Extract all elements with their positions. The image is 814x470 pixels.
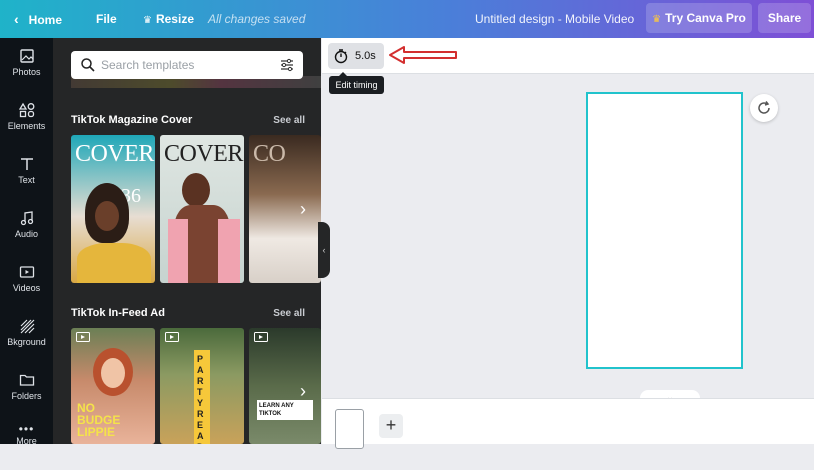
chevron-left-icon: ‹ — [14, 11, 19, 27]
sidebar-item-label: Audio — [14, 229, 39, 239]
template-thumbnail[interactable]: COVER 36 — [71, 135, 155, 283]
stopwatch-icon — [334, 49, 348, 64]
resize-label: Resize — [155, 12, 194, 26]
home-button[interactable]: ‹ Home — [14, 0, 62, 38]
thumbnail-text: NO BUDGE LIPPIE — [77, 401, 121, 439]
refresh-icon — [758, 101, 770, 114]
template-thumbnail[interactable]: COVER — [160, 135, 244, 283]
timeline-strip: + — [322, 398, 814, 449]
search-icon — [81, 58, 95, 72]
sidebar-item-text[interactable]: Text — [0, 148, 53, 200]
templates-panel: TikTok Magazine Cover See all COVER 36 C… — [53, 38, 321, 444]
sidebar-item-label: Folders — [11, 391, 42, 401]
see-all-link[interactable]: See all — [273, 308, 305, 319]
sidebar-item-label: Bkground — [7, 337, 46, 347]
thumbnail-text: COVER — [75, 141, 154, 167]
video-badge-icon — [254, 332, 268, 342]
portrait-shirt — [77, 243, 151, 283]
add-page-button[interactable]: + — [379, 414, 403, 438]
sidebar-item-background[interactable]: Bkground — [0, 310, 53, 362]
section-title: TikTok Magazine Cover — [71, 114, 193, 126]
sidebar-item-label: Videos — [12, 283, 41, 293]
crown-icon: ♛ — [143, 15, 152, 26]
chevron-right-icon[interactable]: › — [290, 378, 316, 404]
sidebar-item-more[interactable]: ••• More — [0, 418, 53, 470]
portrait-face — [182, 173, 210, 207]
timing-value: 5.0s — [355, 50, 376, 62]
chevron-left-icon: ‹ — [322, 245, 326, 255]
try-canva-pro-button[interactable]: ♛ Try Canva Pro — [646, 3, 752, 33]
sidebar-item-videos[interactable]: Videos — [0, 256, 53, 308]
template-thumbnail[interactable]: NO BUDGE LIPPIE — [71, 328, 155, 444]
page-thumbnail[interactable] — [335, 409, 364, 449]
sidebar-item-label: Elements — [7, 121, 46, 131]
videos-icon — [19, 266, 34, 278]
sidebar-item-folders[interactable]: Folders — [0, 364, 53, 416]
sidebar-item-elements[interactable]: Elements — [0, 94, 53, 146]
thumbnail-text: PARTY READY — [197, 354, 204, 444]
more-icon: ••• — [18, 422, 35, 436]
sidebar-item-label: Photos — [12, 67, 41, 77]
search-box[interactable] — [71, 51, 303, 79]
design-title[interactable]: Untitled design - Mobile Video — [475, 0, 634, 38]
collapse-panel-button[interactable]: ‹ — [318, 222, 330, 278]
portrait-face — [95, 201, 119, 231]
sidebar-item-label: More — [16, 436, 37, 446]
design-page[interactable] — [586, 92, 743, 369]
filter-icon[interactable] — [279, 57, 295, 73]
section-title: TikTok In-Feed Ad — [71, 307, 165, 319]
crown-icon: ♛ — [652, 14, 662, 25]
save-status: All changes saved — [208, 12, 306, 26]
sidebar-item-label: Text — [18, 175, 35, 185]
text-icon — [20, 158, 33, 170]
portrait-shirt — [218, 219, 240, 283]
edit-timing-tooltip: Edit timing — [329, 72, 384, 94]
sidebar-item-photos[interactable]: Photos — [0, 40, 53, 92]
portrait-face — [101, 358, 125, 388]
search-input[interactable] — [101, 56, 271, 74]
photos-icon — [19, 49, 34, 63]
file-menu[interactable]: File — [96, 0, 117, 38]
thumbnail-text: COVER — [164, 141, 243, 167]
portrait-shirt — [168, 219, 188, 283]
annotation-arrow-icon — [389, 46, 457, 64]
plus-icon: + — [385, 415, 397, 435]
top-bar: ‹ Home File ♛ Resize All changes saved Unt… — [0, 0, 814, 38]
side-rail: Photos Elements Text Audio Videos Bkgrou… — [0, 38, 53, 446]
try-pro-label: Try Canva Pro — [665, 11, 746, 25]
template-thumbnail[interactable]: PARTY READY — [160, 328, 244, 444]
home-label: Home — [28, 13, 63, 27]
background-icon — [20, 319, 34, 334]
elements-icon — [18, 102, 34, 118]
editor-toolbar: 5.0s — [322, 38, 814, 74]
see-all-link[interactable]: See all — [273, 115, 305, 126]
thumbnail-text: CO — [253, 141, 286, 167]
video-badge-icon — [76, 332, 90, 342]
audio-icon — [20, 211, 33, 226]
edit-timing-button[interactable]: 5.0s — [328, 43, 384, 69]
video-badge-icon — [165, 332, 179, 342]
add-page-notes-button[interactable] — [750, 94, 778, 122]
sidebar-item-audio[interactable]: Audio — [0, 202, 53, 254]
resize-button[interactable]: ♛ Resize — [143, 0, 194, 38]
share-button[interactable]: Share — [758, 3, 811, 33]
folder-icon — [19, 374, 34, 386]
chevron-right-icon[interactable]: › — [290, 196, 316, 222]
